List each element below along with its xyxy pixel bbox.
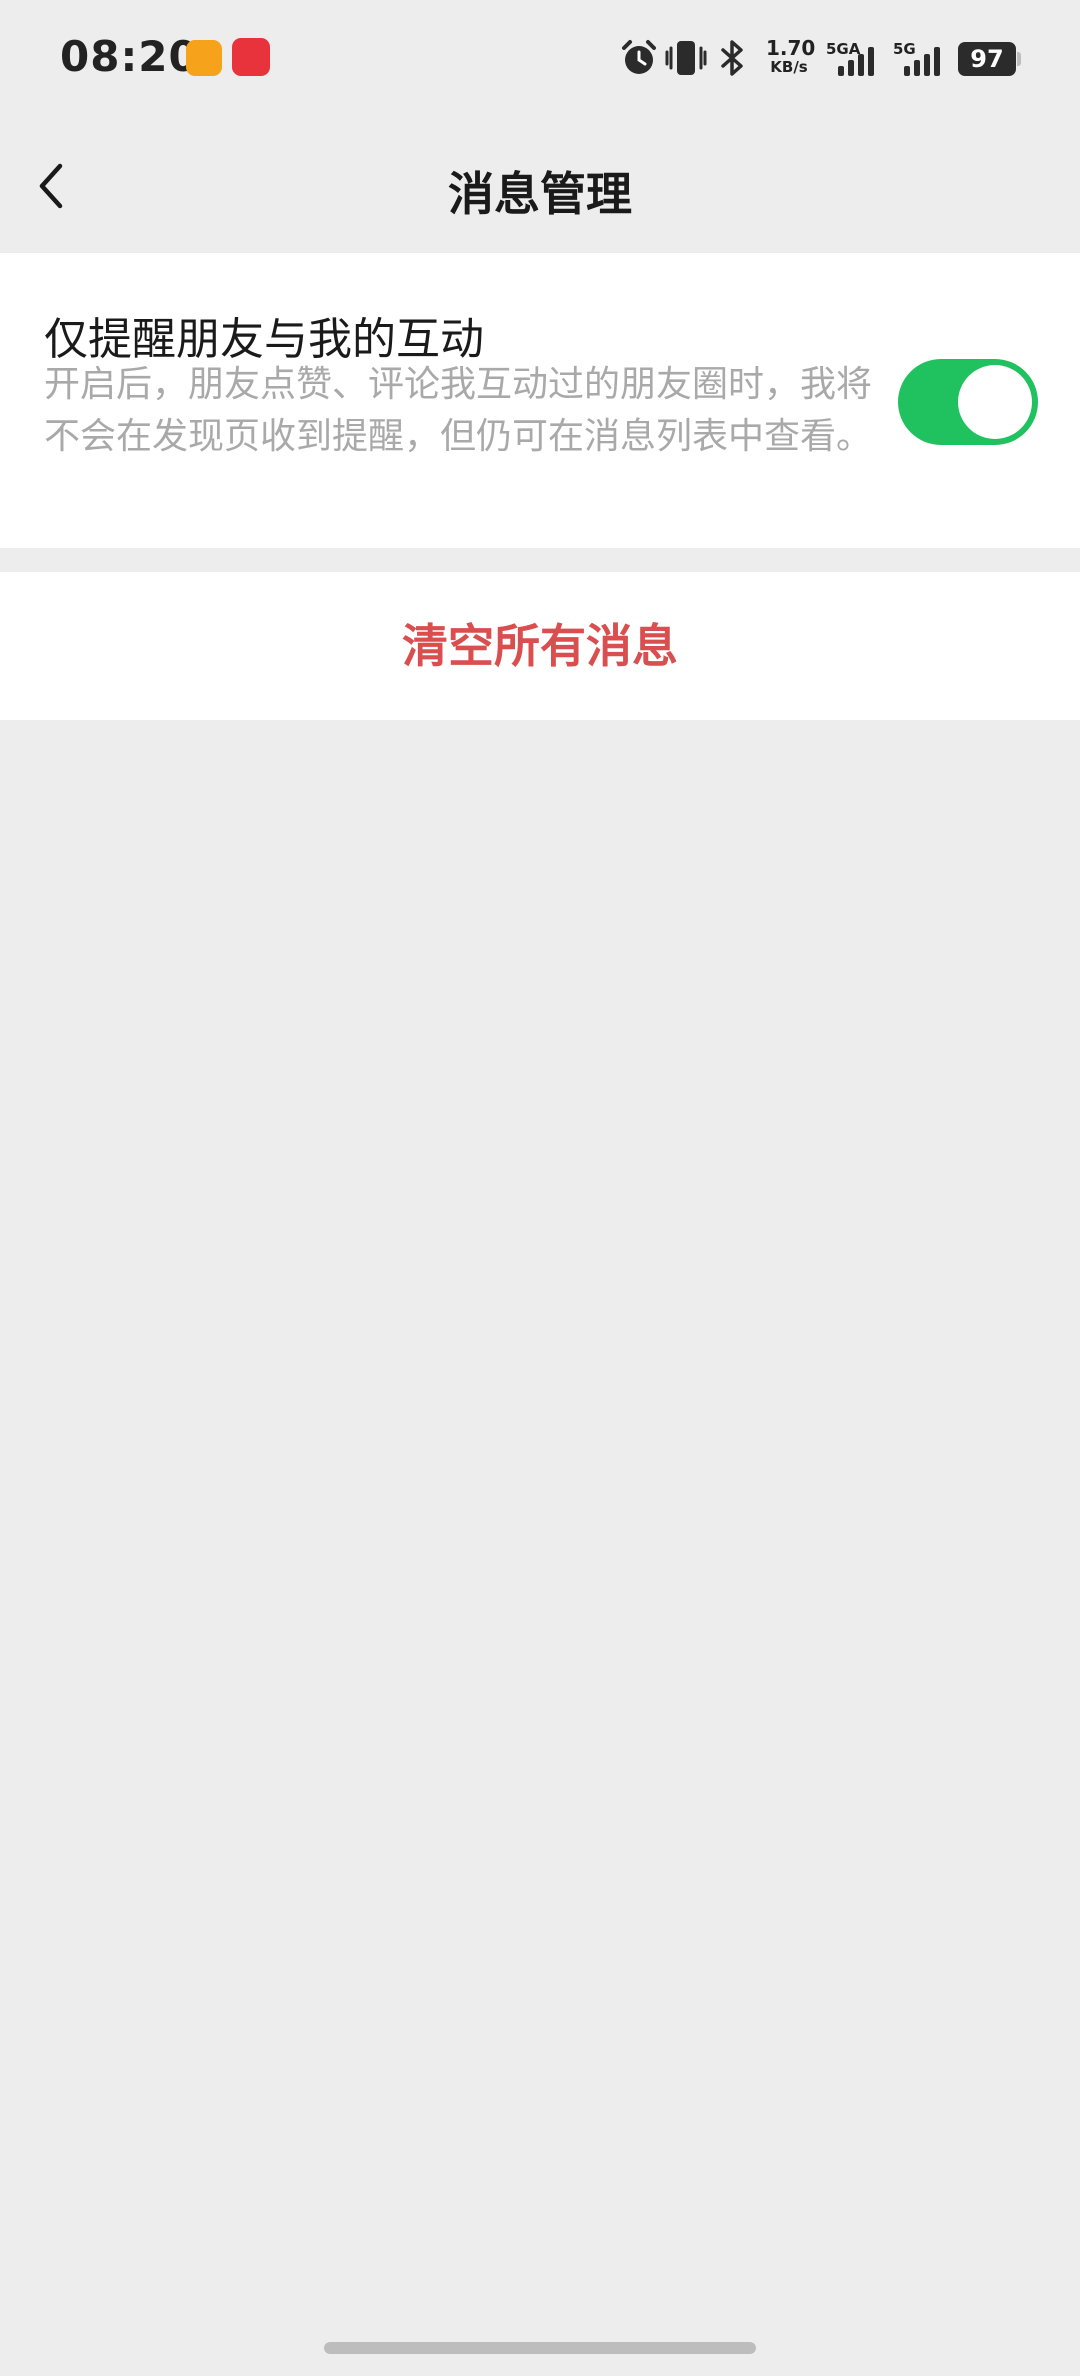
battery-tip	[1017, 52, 1021, 66]
status-time: 08:20	[60, 32, 199, 81]
clear-card: 清空所有消息	[0, 572, 1080, 720]
nav-bar: 消息管理	[0, 118, 1080, 250]
home-indicator[interactable]	[324, 2342, 756, 2354]
page-title: 消息管理	[448, 167, 632, 221]
app-notification-orange-icon	[186, 40, 222, 76]
app-notification-red-icon	[232, 38, 270, 76]
friend-interaction-toggle[interactable]	[898, 359, 1038, 445]
status-bar: 08:20 1.70 KB/s 5GA 5G 97	[0, 0, 1080, 118]
net-speed-value: 1.70	[766, 36, 816, 60]
vibrate-icon	[665, 41, 707, 75]
setting-title: 仅提醒朋友与我的互动	[44, 314, 484, 365]
battery-indicator: 97	[958, 42, 1016, 76]
net-speed: 1.70 KB/s	[766, 36, 816, 76]
bluetooth-icon	[721, 40, 743, 76]
signal-icon	[838, 47, 874, 76]
alarm-icon	[622, 40, 656, 74]
setting-description: 开启后，朋友点赞、评论我互动过的朋友圈时，我将不会在发现页收到提醒，但仍可在消息…	[44, 364, 873, 457]
toggle-knob	[958, 365, 1032, 439]
clear-all-messages-button[interactable]: 清空所有消息	[0, 572, 1080, 720]
signal-icon	[904, 47, 940, 76]
setting-row-friend-interaction: 仅提醒朋友与我的互动 开启后，朋友点赞、评论我互动过的朋友圈时，我将不会在发现页…	[0, 253, 1080, 548]
net-speed-unit: KB/s	[770, 58, 808, 76]
